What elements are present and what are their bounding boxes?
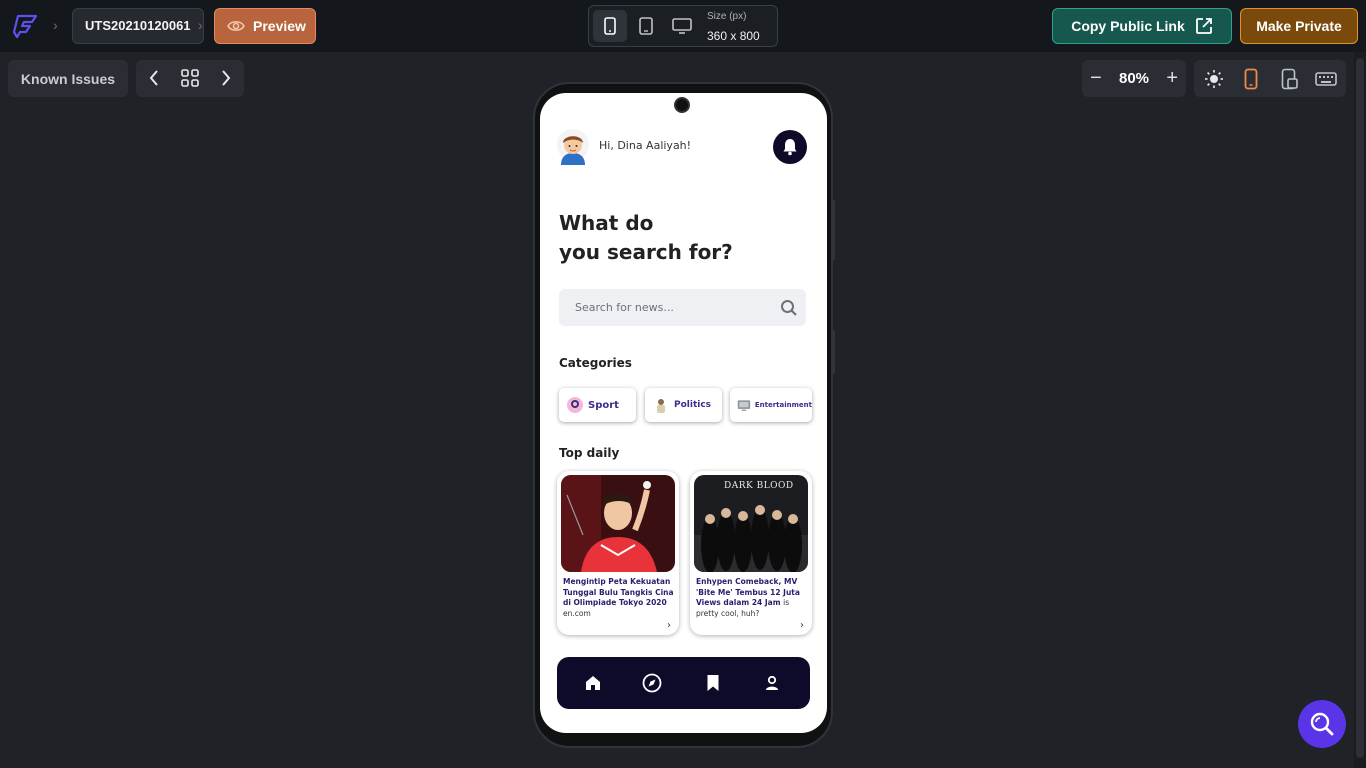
article-source: en.com: [563, 608, 591, 618]
keyboard-icon: [1315, 72, 1337, 86]
eye-icon: [227, 21, 245, 31]
headline-line-1: What do: [559, 211, 654, 235]
nav-bookmark-button[interactable]: [703, 673, 723, 693]
desktop-device-button[interactable]: [665, 10, 699, 42]
desktop-icon: [672, 18, 692, 34]
article-image: [561, 475, 675, 572]
politics-icon: [657, 399, 665, 413]
bottom-navigation: [557, 657, 810, 709]
nav-explore-button[interactable]: [642, 673, 662, 693]
tv-icon: [737, 400, 751, 411]
category-entertainment[interactable]: Entertainment: [730, 388, 812, 422]
article-title: Mengintip Peta Kekuatan Tunggal Bulu Tan…: [563, 577, 675, 619]
magnifier-icon: [1310, 712, 1334, 736]
keyboard-toggle-button[interactable]: [1315, 68, 1337, 90]
article-title: Enhypen Comeback, MV 'Bite Me' Tembus 12…: [696, 577, 808, 619]
nav-profile-button[interactable]: [762, 673, 782, 693]
nav-home-button[interactable]: [583, 673, 603, 693]
phone-screen: Hi, Dina Aaliyah! What do you search for…: [540, 93, 827, 733]
article-image: DARK BLOOD: [694, 475, 808, 572]
home-icon: [586, 676, 600, 690]
device-selector: Size (px) 360 x 800: [588, 5, 778, 47]
flutterflow-logo-icon[interactable]: [12, 12, 40, 40]
bell-icon: [783, 139, 797, 156]
size-value: 360 x 800: [707, 29, 760, 43]
search-icon[interactable]: [780, 299, 798, 317]
phone-power-button: [832, 330, 835, 374]
breadcrumb-chevron-icon: ›: [53, 17, 58, 33]
tablet-device-button[interactable]: [629, 10, 663, 42]
headline-line-2: you search for?: [559, 240, 733, 264]
next-page-button[interactable]: [216, 68, 236, 88]
rotate-device-icon: [1281, 68, 1298, 90]
size-label: Size (px): [707, 11, 747, 22]
front-camera: [674, 97, 690, 113]
external-link-icon: [1195, 18, 1212, 34]
previous-page-button[interactable]: [144, 68, 164, 88]
chevron-right-icon: [222, 70, 231, 86]
zoom-out-button[interactable]: −: [1090, 67, 1102, 90]
search-input[interactable]: [559, 289, 769, 326]
sun-icon: [1205, 70, 1223, 88]
preview-button[interactable]: Preview: [214, 8, 316, 44]
phone-device-button[interactable]: [593, 10, 627, 42]
article-title-text: Mengintip Peta Kekuatan Tunggal Bulu Tan…: [563, 577, 674, 607]
phone-volume-button: [832, 200, 835, 260]
portrait-orientation-button[interactable]: [1240, 68, 1262, 90]
greeting-text: Hi, Dina Aaliyah!: [599, 139, 692, 152]
notification-button[interactable]: [773, 130, 807, 164]
top-daily-heading: Top daily: [559, 446, 620, 460]
album-title-text: DARK BLOOD: [724, 481, 794, 491]
sport-icon: [567, 397, 583, 413]
breadcrumb-chevron-icon: ›: [198, 17, 203, 33]
category-politics[interactable]: Politics: [645, 388, 722, 422]
category-label: Politics: [674, 400, 712, 410]
grid-icon: [181, 69, 199, 87]
zoom-control: − 80% +: [1082, 60, 1186, 97]
search-bar: [559, 289, 806, 326]
preview-label: Preview: [253, 18, 306, 34]
scrollbar-thumb[interactable]: [1356, 58, 1364, 758]
phone-icon: [604, 17, 616, 35]
chevron-left-icon: [149, 70, 158, 86]
search-fab-button[interactable]: [1298, 700, 1346, 748]
zoom-level: 80%: [1118, 70, 1150, 87]
category-label: Entertainment: [754, 401, 812, 409]
category-sport[interactable]: Sport: [559, 388, 636, 422]
project-name-chip[interactable]: UTS20210120061: [72, 8, 204, 44]
categories-heading: Categories: [559, 356, 632, 370]
page-nav-group: [136, 60, 244, 97]
user-avatar[interactable]: [557, 129, 589, 165]
known-issues-button[interactable]: Known Issues: [8, 60, 128, 97]
article-card[interactable]: DARK BLOOD Enhypen Comeback, MV 'Bite Me…: [690, 471, 812, 635]
copy-link-label: Copy Public Link: [1071, 18, 1185, 34]
user-icon: [766, 675, 778, 690]
tablet-icon: [639, 17, 653, 35]
copy-public-link-button[interactable]: Copy Public Link: [1052, 8, 1232, 44]
article-card[interactable]: Mengintip Peta Kekuatan Tunggal Bulu Tan…: [557, 471, 679, 635]
zoom-in-button[interactable]: +: [1166, 67, 1178, 90]
chevron-right-icon[interactable]: ›: [667, 620, 671, 631]
phone-portrait-icon: [1244, 68, 1258, 90]
top-bar: › UTS20210120061 › Preview Size (px) 360…: [0, 0, 1366, 52]
chevron-right-icon[interactable]: ›: [800, 620, 804, 631]
all-pages-button[interactable]: [180, 68, 200, 88]
theme-toggle-button[interactable]: [1203, 68, 1225, 90]
compass-icon: [642, 673, 662, 693]
bookmark-icon: [707, 675, 719, 691]
landscape-orientation-button[interactable]: [1279, 68, 1301, 90]
category-label: Sport: [588, 399, 619, 411]
make-private-button[interactable]: Make Private: [1240, 8, 1358, 44]
page-headline: What do you search for?: [559, 209, 733, 267]
view-tools: [1194, 60, 1346, 97]
